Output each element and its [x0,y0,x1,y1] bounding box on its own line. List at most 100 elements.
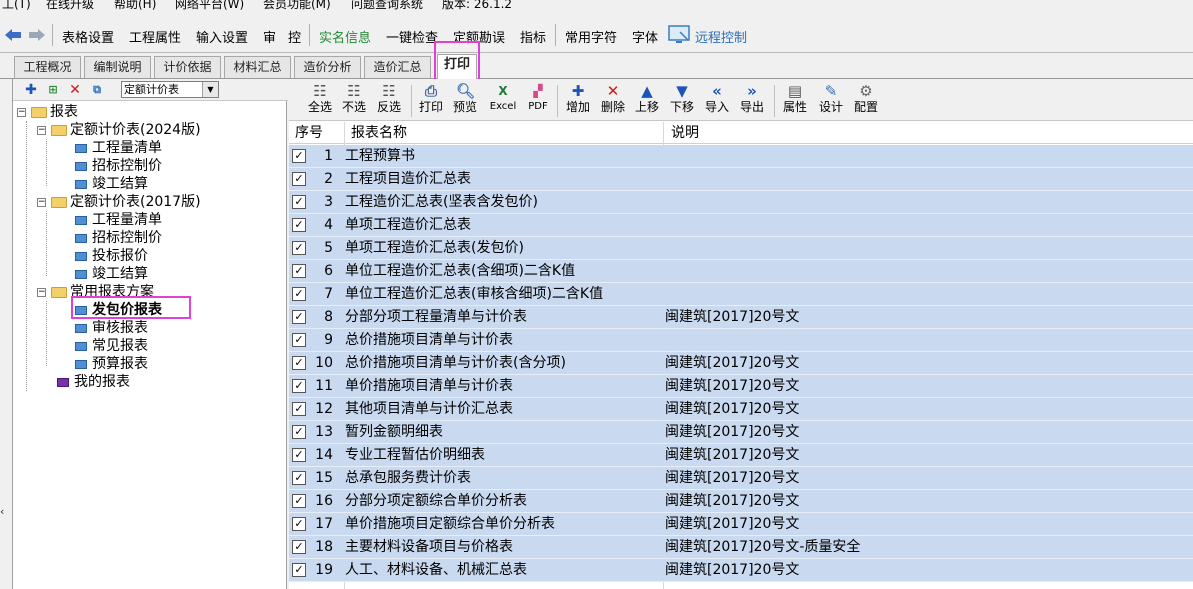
tree-item-2017-bill[interactable]: 工程量清单 [75,211,162,229]
print-button[interactable]: ⎙ 打印 [413,82,449,120]
tab-cost-summary[interactable]: 造价汇总 [364,56,431,78]
control-button[interactable]: 控 [288,27,301,46]
row-checkbox[interactable]: ✓ [292,425,306,439]
table-row[interactable]: ✓ 15 总承包服务费计价表 闽建筑[2017]20号文 [289,467,1193,490]
header-name[interactable]: 报表名称 [351,122,407,144]
table-row[interactable]: ✓ 2 工程项目造价汇总表 [289,168,1193,191]
header-desc[interactable]: 说明 [671,122,699,144]
menu-issue-query[interactable]: 问题查询系统 [351,0,423,11]
tree-item-common-report[interactable]: 常见报表 [75,337,148,355]
add-child-icon[interactable]: ⊞ [45,82,61,98]
table-row[interactable]: ✓ 6 单位工程造价汇总表(含细项)二含K值 [289,260,1193,283]
font-button[interactable]: 字体 [632,27,658,46]
tab-material-summary[interactable]: 材料汇总 [224,56,291,78]
select-all-button[interactable]: ☷ 全选 [302,82,338,120]
collapse-icon[interactable]: − [37,126,46,135]
row-checkbox[interactable]: ✓ [292,287,306,301]
row-checkbox[interactable]: ✓ [292,517,306,531]
table-row[interactable]: ✓ 12 其他项目清单与计价汇总表 闽建筑[2017]20号文 [289,398,1193,421]
row-checkbox[interactable]: ✓ [292,379,306,393]
tab-cost-analysis[interactable]: 造价分析 [294,56,361,78]
table-row[interactable]: ✓ 17 单价措施项目定额综合单价分析表 闽建筑[2017]20号文 [289,513,1193,536]
menu-member-functions[interactable]: 会员功能(M) [263,0,331,11]
one-click-check-button[interactable]: 一键检查 [386,27,438,46]
forward-arrow-icon[interactable] [28,27,46,43]
menu-online-upgrade[interactable]: 在线升级 [46,0,94,11]
table-row[interactable]: ✓ 18 主要材料设备项目与价格表 闽建筑[2017]20号文-质量安全 [289,536,1193,559]
table-settings-button[interactable]: 表格设置 [62,27,114,46]
tab-print[interactable]: 打印 [437,54,477,79]
row-checkbox[interactable]: ✓ [292,218,306,232]
export-button[interactable]: » 导出 [734,82,770,120]
row-checkbox[interactable]: ✓ [292,448,306,462]
remote-control-icon[interactable] [668,24,692,46]
project-properties-button[interactable]: 工程属性 [129,27,181,46]
invert-select-button[interactable]: ☷ 反选 [371,82,407,120]
row-checkbox[interactable]: ✓ [292,310,306,324]
table-row[interactable]: ✓ 8 分部分项工程量清单与计价表 闽建筑[2017]20号文 [289,306,1193,329]
pdf-button[interactable]: ▞ PDF [520,82,556,120]
table-row[interactable]: ✓ 1 工程预算书 [289,145,1193,168]
table-row[interactable]: ✓ 13 暂列金额明细表 闽建筑[2017]20号文 [289,421,1193,444]
table-row[interactable]: ✓ 16 分部分项定额综合单价分析表 闽建筑[2017]20号文 [289,490,1193,513]
collapse-icon[interactable]: − [37,288,46,297]
scheme-select[interactable]: 定额计价表 ▼ [121,81,219,98]
design-button[interactable]: ✎ 设计 [813,82,849,120]
row-checkbox[interactable]: ✓ [292,356,306,370]
menu-help[interactable]: 帮助(H) [114,0,156,11]
tree-item-2024-bill[interactable]: 工程量清单 [75,139,162,157]
tab-compilation-notes[interactable]: 编制说明 [84,56,151,78]
tree-node-quota-2024[interactable]: − 定额计价表(2024版) [37,121,201,139]
tree-item-2024-settlement[interactable]: 竣工结算 [75,175,148,193]
tab-project-overview[interactable]: 工程概况 [14,56,81,78]
delete-report-button[interactable]: ✕ 删除 [595,82,631,120]
copy-icon[interactable]: ⧉ [89,82,105,98]
audit-button[interactable]: 审 [263,27,276,46]
tree-item-budget-report[interactable]: 预算报表 [75,355,148,373]
excel-button[interactable]: X Excel [485,82,521,120]
preview-button[interactable]: 🔍︎ 预览 [447,82,483,120]
input-settings-button[interactable]: 输入设置 [196,27,248,46]
table-row[interactable]: ✓ 11 单价措施项目清单与计价表 闽建筑[2017]20号文 [289,375,1193,398]
row-checkbox[interactable]: ✓ [292,333,306,347]
table-row[interactable]: ✓ 14 专业工程暂估价明细表 闽建筑[2017]20号文 [289,444,1193,467]
table-row[interactable]: ✓ 10 总价措施项目清单与计价表(含分项) 闽建筑[2017]20号文 [289,352,1193,375]
row-checkbox[interactable]: ✓ [292,241,306,255]
collapse-icon[interactable]: − [17,108,26,117]
tree-item-contract-price[interactable]: 发包价报表 [75,301,162,319]
move-up-button[interactable]: ▲ 上移 [629,82,665,120]
tree-item-2024-bid-control[interactable]: 招标控制价 [75,157,162,175]
tree-item-2017-settlement[interactable]: 竣工结算 [75,265,148,283]
row-checkbox[interactable]: ✓ [292,264,306,278]
row-checkbox[interactable]: ✓ [292,149,306,163]
table-row[interactable]: ✓ 7 单位工程造价汇总表(审核含细项)二含K值 [289,283,1193,306]
common-chars-button[interactable]: 常用字符 [565,27,617,46]
row-checkbox[interactable]: ✓ [292,471,306,485]
row-checkbox[interactable]: ✓ [292,563,306,577]
tree-node-common-schemes[interactable]: − 常用报表方案 [37,283,154,301]
properties-button[interactable]: ▤ 属性 [777,82,813,120]
select-none-button[interactable]: ☷ 不选 [336,82,372,120]
import-button[interactable]: «导入 [699,82,735,120]
tree-item-audit-report[interactable]: 审核报表 [75,319,148,337]
back-arrow-icon[interactable] [4,27,22,43]
indicator-button[interactable]: 指标 [520,27,546,46]
realname-info-button[interactable]: 实名信息 [319,27,371,46]
tree-node-root[interactable]: − 报表 [17,103,78,121]
add-icon[interactable]: ✚ [23,82,39,98]
tree-node-quota-2017[interactable]: − 定额计价表(2017版) [37,193,201,211]
quota-correction-button[interactable]: 定额勘误 [453,27,505,46]
table-row[interactable]: ✓ 4 单项工程造价汇总表 [289,214,1193,237]
tree-item-2017-tender[interactable]: 投标报价 [75,247,148,265]
collapse-icon[interactable]: − [37,198,46,207]
row-checkbox[interactable]: ✓ [292,195,306,209]
table-row[interactable]: ✓ 9 总价措施项目清单与计价表 [289,329,1193,352]
config-button[interactable]: ⚙ 配置 [848,82,884,120]
chevron-down-icon[interactable]: ▼ [202,82,218,97]
table-row[interactable]: ✓ 5 单项工程造价汇总表(发包价) [289,237,1193,260]
row-checkbox[interactable]: ✓ [292,172,306,186]
header-seq[interactable]: 序号 [295,122,323,144]
tab-pricing-basis[interactable]: 计价依据 [154,56,221,78]
delete-icon[interactable]: ✕ [67,82,83,98]
table-row[interactable]: ✓ 19 人工、材料设备、机械汇总表 闽建筑[2017]20号文 [289,559,1193,582]
